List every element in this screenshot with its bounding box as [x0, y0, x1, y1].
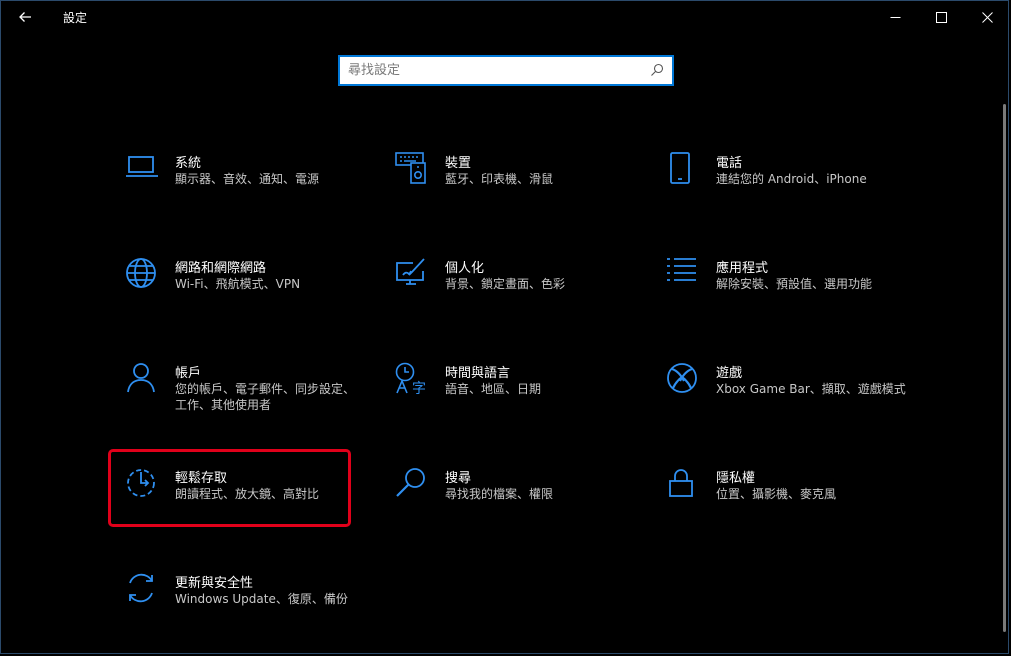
back-arrow-icon	[19, 12, 31, 22]
globe-icon	[126, 258, 156, 288]
tile-name: 更新與安全性	[175, 576, 254, 591]
tile-name: 裝置	[445, 156, 472, 171]
tile-name: 系統	[175, 156, 202, 171]
search-box[interactable]	[338, 55, 674, 86]
tile-gaming[interactable]: 遊戲 Xbox Game Bar、擷取、遊戲模式	[666, 362, 916, 432]
tile-description: Xbox Game Bar、擷取、遊戲模式	[716, 382, 906, 396]
tile-system[interactable]: 系統 顯示器、音效、通知、電源	[125, 152, 375, 222]
search-magnifier-icon	[396, 468, 425, 497]
close-button[interactable]	[964, 0, 1010, 34]
tile-name: 電話	[716, 156, 743, 171]
person-icon	[127, 363, 155, 393]
scrollbar[interactable]	[1003, 104, 1006, 632]
tile-name: 時間與語言	[445, 366, 511, 381]
window-frame	[0, 0, 1009, 654]
tile-name: 搜尋	[445, 471, 472, 486]
minimize-icon	[890, 16, 900, 18]
tile-description: 藍牙、印表機、滑鼠	[445, 172, 554, 186]
tile-description: Wi-Fi、飛航模式、VPN	[175, 277, 301, 291]
tile-search[interactable]: 搜尋 尋找我的檔案、權限	[395, 467, 645, 537]
tile-name: 遊戲	[716, 366, 743, 381]
svg-text:字: 字	[412, 381, 426, 396]
tile-description: 語音、地區、日期	[445, 382, 542, 396]
phone-icon	[670, 152, 690, 184]
personalization-icon	[396, 258, 425, 285]
lock-icon	[669, 469, 693, 497]
search-input[interactable]	[340, 57, 648, 84]
tile-apps[interactable]: 應用程式 解除安裝、預設值、選用功能	[666, 257, 916, 327]
apps-list-icon	[667, 258, 696, 281]
tile-name: 隱私權	[716, 471, 756, 486]
close-icon	[981, 11, 993, 23]
tile-name: 帳戶	[175, 366, 202, 381]
tile-description: 連結您的 Android、iPhone	[716, 172, 867, 186]
maximize-button[interactable]	[918, 0, 964, 34]
tile-phone[interactable]: 電話 連結您的 Android、iPhone	[666, 152, 916, 222]
laptop-icon	[126, 156, 158, 177]
tile-description: 解除安裝、預設值、選用功能	[716, 277, 873, 291]
xbox-icon	[667, 363, 697, 393]
tile-description: 背景、鎖定畫面、色彩	[445, 277, 566, 291]
tile-description: 尋找我的檔案、權限	[445, 487, 554, 501]
time-language-icon: 字	[395, 362, 426, 396]
tile-time-language[interactable]: 字 時間與語言 語音、地區、日期	[395, 362, 645, 432]
tile-description: Windows Update、復原、備份	[175, 592, 348, 606]
tile-name: 個人化	[445, 261, 485, 276]
highlight-box	[108, 449, 351, 527]
search-icon[interactable]	[650, 63, 664, 77]
tile-devices[interactable]: 裝置 藍牙、印表機、滑鼠	[395, 152, 645, 222]
back-button[interactable]	[10, 4, 40, 30]
tile-name: 網路和網際網路	[175, 261, 267, 276]
tile-name: 應用程式	[716, 261, 769, 276]
tile-description: 位置、攝影機、麥克風	[716, 487, 837, 501]
tile-accounts[interactable]: 帳戶 您的帳戶、電子郵件、同步設定、工作、其他使用者	[125, 362, 375, 432]
update-sync-icon	[129, 573, 153, 603]
title-bar: 設定	[0, 0, 1011, 34]
tile-personalization[interactable]: 個人化 背景、鎖定畫面、色彩	[395, 257, 645, 327]
tile-description: 您的帳戶、電子郵件、同步設定、工作、其他使用者	[175, 382, 356, 412]
window-title: 設定	[63, 11, 88, 25]
tile-network[interactable]: 網路和網際網路 Wi-Fi、飛航模式、VPN	[125, 257, 375, 327]
devices-icon	[395, 152, 426, 184]
tile-description: 顯示器、音效、通知、電源	[175, 172, 320, 186]
tile-update-security[interactable]: 更新與安全性 Windows Update、復原、備份	[125, 572, 375, 642]
minimize-button[interactable]	[872, 0, 918, 34]
tile-privacy[interactable]: 隱私權 位置、攝影機、麥克風	[666, 467, 916, 537]
maximize-icon	[935, 11, 947, 23]
